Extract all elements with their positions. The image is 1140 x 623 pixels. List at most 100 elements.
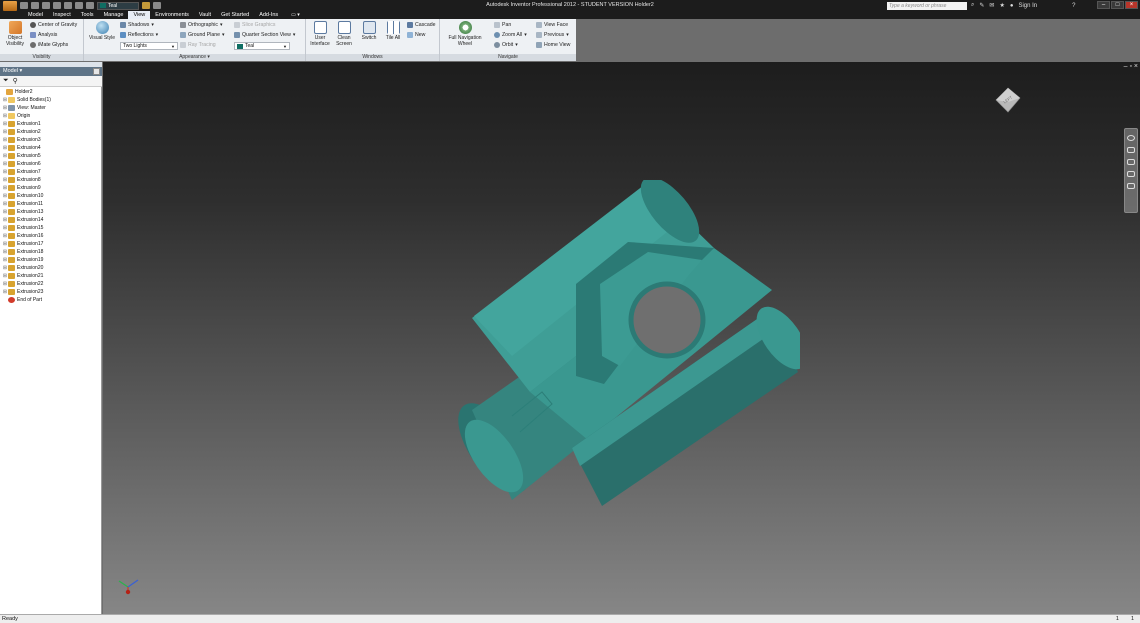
tab-get-started[interactable]: Get Started	[216, 11, 254, 19]
tab-inspect[interactable]: Inspect	[48, 11, 76, 19]
browser-tree-item[interactable]: ⊞ Extrusion3	[0, 136, 102, 144]
browser-tree-item[interactable]: ⊞ Extrusion8	[0, 176, 102, 184]
color-override-select[interactable]: Teal ▼	[234, 42, 290, 50]
browser-tree-item[interactable]: ⊞ Extrusion19	[0, 256, 102, 264]
tab-add-ins[interactable]: Add-Ins	[254, 11, 283, 19]
zoom-icon[interactable]	[1127, 159, 1135, 165]
tab-vault[interactable]: Vault	[194, 11, 216, 19]
browser-tree-item[interactable]: ⊞ Extrusion1	[0, 120, 102, 128]
reflections-button[interactable]: Reflections ▾	[120, 32, 158, 38]
filter-icon[interactable]: ⏷	[3, 77, 9, 85]
switch-windows-icon	[362, 21, 376, 34]
favorites-icon[interactable]: ★	[999, 2, 1004, 9]
user-icon[interactable]: ●	[1010, 3, 1014, 9]
previous-view-button[interactable]: Previous ▾	[536, 32, 569, 38]
browser-header[interactable]: Model ▾	[0, 67, 102, 76]
find-icon[interactable]: ⚲	[13, 77, 18, 85]
switch-button[interactable]: Switch	[358, 21, 380, 41]
browser-tree-item[interactable]: ⊞ Extrusion9	[0, 184, 102, 192]
coordinate-triad-icon	[118, 579, 139, 595]
browser-tree-item[interactable]: ⊞ Solid Bodies(1)	[0, 96, 102, 104]
browser-close-icon[interactable]	[93, 68, 100, 75]
ribbon-minimize-icon[interactable]: ▭ ▾	[291, 11, 300, 19]
orbit-button[interactable]: Orbit ▾	[494, 42, 518, 48]
search-input[interactable]: Type a keyword or phrase	[887, 2, 967, 10]
browser-tree-item[interactable]: ⊞ Extrusion17	[0, 240, 102, 248]
tile-all-button[interactable]: Tile All	[382, 21, 404, 41]
center-of-gravity-button[interactable]: Center of Gravity	[30, 22, 77, 28]
imate-glyphs-button[interactable]: iMate Glyphs	[30, 42, 68, 48]
lighting-style-select[interactable]: Two Lights ▼	[120, 42, 178, 50]
viewport-window-controls[interactable]: – ▫ ×	[1124, 63, 1138, 70]
pan-icon[interactable]	[1127, 147, 1135, 153]
communication-icon[interactable]: ✉	[989, 2, 994, 9]
browser-tree-item[interactable]: ⊞ Extrusion5	[0, 152, 102, 160]
full-navigation-wheel-button[interactable]: Full Navigation Wheel	[443, 21, 487, 47]
browser-tree-item[interactable]: ⊞ Extrusion18	[0, 248, 102, 256]
browser-tree-item[interactable]: ⊞ View: Master	[0, 104, 102, 112]
tab-model[interactable]: Model	[23, 11, 48, 19]
shadows-icon	[120, 22, 126, 28]
extrusion-icon	[8, 265, 15, 271]
slice-graphics-button[interactable]: Slice Graphics	[234, 22, 275, 28]
browser-item-label: View: Master	[17, 105, 46, 111]
minimize-button[interactable]: –	[1097, 1, 1110, 9]
appearance-panel-label[interactable]: Appearance ▾	[84, 54, 305, 61]
browser-item-label: Extrusion10	[17, 193, 44, 199]
windows-panel: User Interface Clean Screen Switch Tile …	[306, 19, 440, 61]
browser-tree-item[interactable]: ⊞ Extrusion15	[0, 224, 102, 232]
quarter-section-view-button[interactable]: Quarter Section View ▾	[234, 32, 296, 38]
visual-style-button[interactable]: Visual Style	[87, 21, 117, 41]
browser-tree-item[interactable]: ⊞ Extrusion13	[0, 208, 102, 216]
tab-tools[interactable]: Tools	[76, 11, 99, 19]
help-icon[interactable]: ?	[1072, 3, 1075, 9]
tab-view[interactable]: View	[128, 11, 151, 19]
close-button[interactable]: ×	[1125, 1, 1138, 9]
browser-tree-item[interactable]: ⊞ Extrusion2	[0, 128, 102, 136]
tab-manage[interactable]: Manage	[99, 11, 129, 19]
browser-tree-item[interactable]: ⊞ Extrusion4	[0, 144, 102, 152]
browser-tree-item[interactable]: End of Part	[0, 296, 102, 304]
browser-tree-item[interactable]: ⊞ Origin	[0, 112, 102, 120]
browser-tree-item[interactable]: ⊞ Extrusion21	[0, 272, 102, 280]
ground-plane-button[interactable]: Ground Plane ▾	[180, 32, 225, 38]
maximize-button[interactable]: □	[1111, 1, 1124, 9]
browser-tree-item[interactable]: ⊞ Extrusion20	[0, 264, 102, 272]
browser-item-label: Extrusion14	[17, 217, 44, 223]
3d-part-model[interactable]	[452, 180, 800, 508]
browser-tree-item[interactable]: ⊞ Extrusion16	[0, 232, 102, 240]
clean-screen-button[interactable]: Clean Screen	[333, 21, 355, 47]
cascade-button[interactable]: Cascade	[407, 22, 435, 28]
browser-item-label: Extrusion6	[17, 161, 41, 167]
orbit-icon[interactable]	[1127, 171, 1135, 177]
browser-tree-item[interactable]: ⊞ Extrusion6	[0, 160, 102, 168]
browser-item-label: Holder2	[15, 89, 33, 95]
tab-environments[interactable]: Environments	[150, 11, 194, 19]
browser-tree-item[interactable]: ⊞ Extrusion14	[0, 216, 102, 224]
orthographic-button[interactable]: Orthographic ▾	[180, 22, 223, 28]
view-face-button[interactable]: View Face	[536, 22, 568, 28]
sign-in-link[interactable]: Sign In	[1018, 3, 1037, 9]
browser-tree-item[interactable]: ⊞ Extrusion10	[0, 192, 102, 200]
ray-tracing-button[interactable]: Ray Tracing	[180, 42, 216, 48]
steering-wheel-icon[interactable]	[1127, 135, 1135, 141]
object-visibility-button[interactable]: Object Visibility	[2, 21, 28, 47]
viewcube[interactable]: LEFT	[995, 87, 1021, 113]
browser-tree-item[interactable]: ⊞ Extrusion23	[0, 288, 102, 296]
status-bar: Ready 1 1	[0, 614, 1140, 623]
center-of-gravity-icon	[30, 22, 36, 28]
browser-tree-item[interactable]: ⊞ Extrusion7	[0, 168, 102, 176]
browser-tree-item[interactable]: ⊞ Extrusion22	[0, 280, 102, 288]
new-window-button[interactable]: New	[407, 32, 425, 38]
browser-tree-item[interactable]: ⊞ Extrusion11	[0, 200, 102, 208]
analysis-button[interactable]: Analysis	[30, 32, 57, 38]
pan-button[interactable]: Pan	[494, 22, 511, 28]
look-at-icon[interactable]	[1127, 183, 1135, 189]
home-view-button[interactable]: Home View	[536, 42, 570, 48]
subscription-icon[interactable]: ✎	[979, 2, 984, 9]
user-interface-button[interactable]: User Interface	[309, 21, 331, 47]
shadows-button[interactable]: Shadows ▾	[120, 22, 154, 28]
browser-tree-item[interactable]: Holder2	[0, 88, 102, 96]
zoom-all-button[interactable]: Zoom All ▾	[494, 32, 527, 38]
search-icon[interactable]: ⌕	[971, 2, 974, 9]
